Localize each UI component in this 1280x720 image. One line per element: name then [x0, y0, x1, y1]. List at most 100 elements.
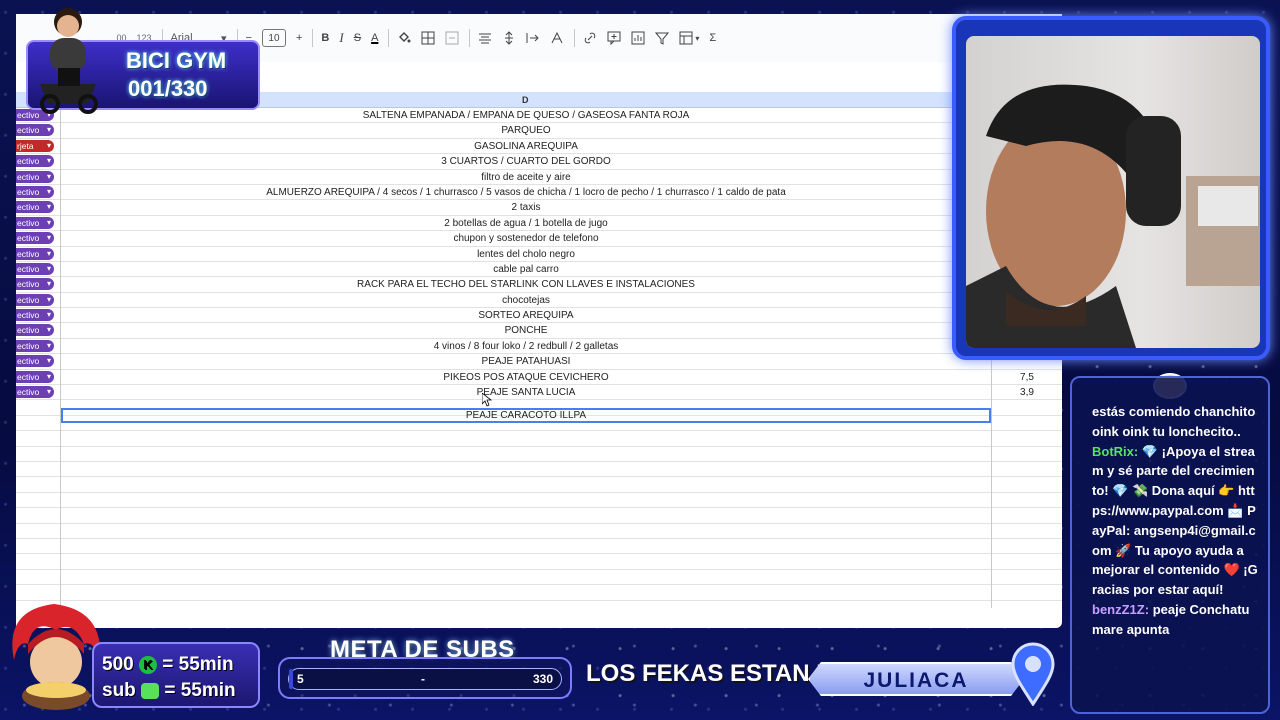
payment-method-chip[interactable]: ectivo: [16, 170, 54, 183]
table-row[interactable]: ectivo 2 taxis: [16, 200, 1062, 216]
table-row[interactable]: ectivo PONCHE: [16, 323, 1062, 339]
description-cell[interactable]: PIKEOS POS ATAQUE CEVICHERO: [61, 372, 991, 383]
table-row[interactable]: ectivo filtro de aceite y aire: [16, 170, 1062, 185]
description-cell[interactable]: chupon y sostenedor de telefono: [61, 233, 991, 244]
chat-username: BotRix:: [1092, 443, 1139, 459]
amount-cell[interactable]: 3,9: [992, 387, 1062, 398]
text-rotation-icon[interactable]: [550, 31, 564, 45]
description-cell[interactable]: cable pal carro: [61, 264, 991, 275]
payment-method-chip[interactable]: ectivo: [16, 247, 54, 260]
filter-views-icon[interactable]: ▾: [679, 31, 699, 45]
payment-method-chip[interactable]: ectivo: [16, 339, 54, 352]
sub-label: sub: [102, 680, 136, 701]
description-cell[interactable]: filtro de aceite y aire: [61, 172, 991, 183]
table-row[interactable]: ectivo lentes del cholo negro: [16, 247, 1062, 262]
mouse-cursor-icon: [481, 392, 493, 410]
chat-message: estás comiendo chanchito oink oink tu lo…: [1092, 404, 1256, 439]
description-cell[interactable]: RACK PARA EL TECHO DEL STARLINK CON LLAV…: [61, 279, 991, 290]
table-row[interactable]: ectivoSALTENA EMPANADA / EMPANA DE QUESO…: [16, 108, 1062, 124]
bici-gym-title: BICI GYM: [126, 48, 227, 73]
payment-method-chip[interactable]: ectivo: [16, 278, 54, 291]
empty-row[interactable]: [16, 524, 1062, 539]
payment-method-chip[interactable]: ectivo: [16, 155, 54, 168]
table-row[interactable]: ectivo chupon y sostenedor de telefono: [16, 231, 1062, 247]
payment-method-chip[interactable]: ectivo: [16, 185, 54, 198]
font-size-input[interactable]: 10: [261, 29, 286, 47]
payment-method-chip[interactable]: ectivo: [16, 216, 54, 229]
insert-comment-icon[interactable]: [607, 31, 621, 45]
table-row[interactable]: ectivo ALMUERZO AREQUIPA / 4 secos / 1 ch…: [16, 185, 1062, 201]
empty-row[interactable]: [16, 508, 1062, 524]
amount-cell[interactable]: 7,5: [992, 372, 1062, 383]
description-cell[interactable]: 4 vinos / 8 four loko / 2 redbull / 2 ga…: [61, 341, 991, 352]
description-cell[interactable]: ALMUERZO AREQUIPA / 4 secos / 1 churrasc…: [61, 187, 991, 198]
payment-method-chip[interactable]: ectivo: [16, 324, 54, 337]
table-row[interactable]: ectivo cable pal carro: [16, 262, 1062, 278]
payment-method-chip[interactable]: ectivo: [16, 293, 54, 306]
payment-method-chip[interactable]: ectivo: [16, 355, 54, 368]
description-cell[interactable]: PEAJE SANTA LUCIA: [61, 387, 991, 398]
empty-row[interactable]: [16, 431, 1062, 447]
location-banner: JULIACA: [808, 662, 1024, 696]
align-vertical-icon[interactable]: [502, 31, 516, 45]
table-row[interactable]: ectivo chocotejas: [16, 293, 1062, 309]
description-cell[interactable]: 2 taxis: [61, 202, 991, 213]
insert-chart-icon[interactable]: [631, 31, 645, 45]
chat-message-text: 💎 ¡Apoya el stream y sé parte del crecim…: [1092, 443, 1258, 598]
description-cell[interactable]: GASOLINA AREQUIPA: [61, 141, 991, 152]
empty-row[interactable]: [16, 447, 1062, 462]
empty-row[interactable]: [16, 477, 1062, 493]
description-cell[interactable]: 2 botellas de agua / 1 botella de jugo: [61, 218, 991, 229]
description-cell[interactable]: SORTEO AREQUIPA: [61, 310, 991, 321]
table-row[interactable]: ectivo 2 botellas de agua / 1 botella de …: [16, 216, 1062, 232]
description-cell[interactable]: 3 CUARTOS / CUARTO DEL GORDO: [61, 156, 991, 167]
borders-icon[interactable]: [421, 31, 435, 45]
payment-method-chip[interactable]: ectivo: [16, 262, 54, 275]
payment-method-chip[interactable]: ectivo: [16, 232, 54, 245]
empty-row[interactable]: [16, 585, 1062, 601]
description-cell[interactable]: chocotejas: [61, 295, 991, 306]
strikethrough-button[interactable]: S: [354, 32, 361, 44]
bold-button[interactable]: B: [321, 32, 329, 44]
table-row[interactable]: ectivo PEAJE PATAHUASI: [16, 354, 1062, 370]
table-row[interactable]: ectivo PARQUEO: [16, 123, 1062, 139]
description-cell[interactable]: lentes del cholo negro: [61, 249, 991, 260]
payment-method-chip[interactable]: ectivo: [16, 370, 54, 383]
payment-method-chip[interactable]: ectivo: [16, 124, 54, 137]
payment-method-chip[interactable]: ectivo: [16, 386, 54, 399]
active-cell[interactable]: PEAJE CARACOTO ILLPA: [61, 408, 991, 423]
location-name: JULIACA: [863, 669, 969, 692]
text-wrap-icon[interactable]: [526, 31, 540, 45]
table-row[interactable]: ectivo PIKEOS POS ATAQUE CEVICHERO7,5: [16, 370, 1062, 386]
table-row[interactable]: ectivo SORTEO AREQUIPA: [16, 308, 1062, 324]
empty-row[interactable]: [16, 554, 1062, 570]
filter-icon[interactable]: [655, 31, 670, 45]
table-row[interactable]: rjeta GASOLINA AREQUIPA: [16, 139, 1062, 155]
empty-row[interactable]: [16, 570, 1062, 586]
align-horizontal-icon[interactable]: [478, 31, 492, 45]
description-cell[interactable]: PONCHE: [61, 325, 991, 336]
functions-button[interactable]: Σ: [709, 32, 716, 44]
empty-row[interactable]: [16, 539, 1062, 555]
payment-method-chip[interactable]: ectivo: [16, 309, 54, 322]
increase-font-size-button[interactable]: +: [296, 32, 302, 44]
insert-link-icon[interactable]: [583, 31, 597, 45]
text-color-button[interactable]: A: [371, 32, 378, 44]
empty-row[interactable]: [16, 462, 1062, 478]
table-row[interactable]: ectivo 4 vinos / 8 four loko / 2 redbull …: [16, 339, 1062, 355]
merge-cells-icon[interactable]: [445, 31, 459, 45]
payment-method-chip[interactable]: rjeta: [16, 139, 54, 152]
description-cell[interactable]: PEAJE PATAHUASI: [61, 356, 991, 367]
payment-method-chip[interactable]: ectivo: [16, 201, 54, 214]
active-cell-text: PEAJE CARACOTO ILLPA: [465, 410, 587, 421]
fill-color-icon[interactable]: [397, 31, 411, 45]
table-row[interactable]: ectivo 3 CUARTOS / CUARTO DEL GORDO: [16, 154, 1062, 170]
description-cell[interactable]: SALTENA EMPANADA / EMPANA DE QUESO / GAS…: [61, 110, 991, 121]
chat-panel: estás comiendo chanchito oink oink tu lo…: [1070, 376, 1270, 714]
empty-row[interactable]: [16, 493, 1062, 509]
table-row[interactable]: ectivo RACK PARA EL TECHO DEL STARLINK CO…: [16, 277, 1062, 293]
description-cell[interactable]: PARQUEO: [61, 125, 991, 136]
table-row[interactable]: ectivo PEAJE SANTA LUCIA3,9: [16, 385, 1062, 401]
italic-button[interactable]: I: [339, 30, 343, 46]
sub-goal-fill: [289, 669, 293, 689]
